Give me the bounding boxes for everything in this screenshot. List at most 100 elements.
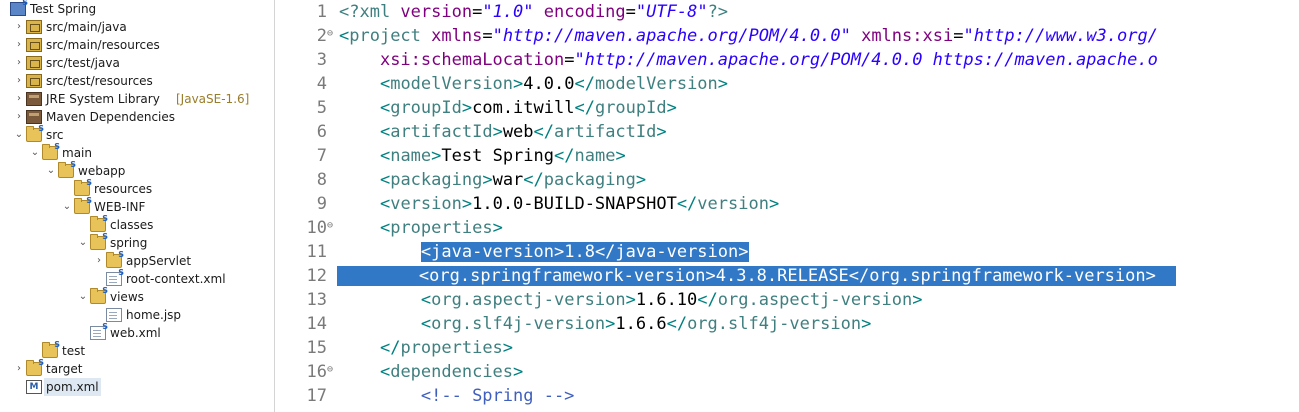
tree-item-label: src/test/java — [46, 56, 120, 70]
library-icon — [26, 92, 42, 106]
tree-item-src-main-java[interactable]: › src/main/java — [0, 18, 274, 36]
folder-icon: S — [90, 232, 108, 250]
token-attr: xmlns — [431, 26, 483, 46]
tree-item-src-main-resources[interactable]: › src/main/resources — [0, 36, 274, 54]
token-txt: war — [492, 170, 524, 190]
code-line[interactable]: 11 <java-version>1.8</java-version> — [289, 240, 1299, 264]
tree-item-pom-xml[interactable]: Mpom.xml — [0, 378, 274, 396]
code-line[interactable]: 17 <!-- Spring --> — [289, 384, 1299, 408]
code-line[interactable]: 12 <org.springframework-version>4.3.8.RE… — [289, 264, 1299, 288]
collapsed-chevron-icon[interactable]: › — [94, 252, 104, 270]
code-line[interactable]: 16 ⊖ <dependencies> — [289, 360, 1299, 384]
token-tag: properties — [400, 338, 503, 358]
token-str: "UTF-8" — [635, 2, 708, 22]
code-line[interactable]: 15 </properties> — [289, 336, 1299, 360]
tree-item-resources[interactable]: Sresources — [0, 179, 274, 198]
code-text: <name>Test Spring</name> — [339, 144, 626, 168]
token-tag: artifactId — [390, 122, 493, 142]
code-line[interactable]: 5 <groupId>com.itwill</groupId> — [289, 96, 1299, 120]
fold-collapse-icon[interactable]: ⊖ — [327, 216, 337, 236]
expanded-chevron-icon[interactable]: ⌄ — [78, 234, 88, 252]
tree-item-home-jsp[interactable]: home.jsp — [0, 306, 274, 324]
expanded-chevron-icon[interactable]: ⌄ — [78, 288, 88, 306]
collapsed-chevron-icon[interactable]: › — [14, 72, 24, 90]
code-line[interactable]: 10 ⊖ <properties> — [289, 216, 1299, 240]
code-line[interactable]: 14 <org.slf4j-version>1.6.6</org.slf4j-v… — [289, 312, 1299, 336]
tree-item-spring[interactable]: ⌄ Sspring — [0, 232, 274, 252]
package-folder-icon — [26, 74, 42, 88]
tree-item-label: web.xml — [110, 326, 161, 340]
code-line[interactable]: 1 <?xml version="1.0" encoding="UTF-8"?> — [289, 0, 1299, 24]
no-chevron — [78, 324, 88, 342]
token-bracket: > — [666, 98, 677, 118]
token-pi: <?xml — [339, 2, 401, 22]
code-line[interactable]: 6 <artifactId>web</artifactId> — [289, 120, 1299, 144]
token-txt: 1.8 — [564, 242, 595, 262]
token-tag: org.springframework-version — [429, 266, 706, 286]
tree-item-classes[interactable]: Sclasses — [0, 215, 274, 234]
tree-item-target[interactable]: › Starget — [0, 359, 274, 378]
tree-item-web-inf[interactable]: ⌄ S WEB-INF — [0, 197, 274, 216]
no-chevron — [78, 216, 88, 234]
package-folder-icon — [26, 38, 42, 52]
tree-item-webapp[interactable]: ⌄ Swebapp — [0, 161, 274, 180]
line-number: 9 — [316, 194, 327, 214]
expanded-chevron-icon[interactable]: ⌄ — [46, 162, 56, 180]
code-line[interactable]: 2 ⊖ <project xmlns="http://maven.apache.or… — [289, 24, 1299, 48]
token-tag: org.springframework-version — [869, 266, 1146, 286]
code-line[interactable]: 4 <modelVersion>4.0.0</modelVersion> — [289, 72, 1299, 96]
tree-item-src[interactable]: ⌄ Ssrc — [0, 125, 274, 144]
token-bracket: < — [379, 170, 391, 190]
xml-editor[interactable]: 1 <?xml version="1.0" encoding="UTF-8"?> 2… — [289, 0, 1299, 412]
spring-badge-icon: S — [102, 232, 108, 241]
tree-item-decoration: [JavaSE-1.6] — [176, 92, 250, 106]
collapsed-chevron-icon[interactable]: › — [14, 54, 24, 72]
tree-item-main[interactable]: ⌄ Smain — [0, 143, 274, 162]
code-text: <dependencies> — [339, 360, 523, 384]
code-line[interactable]: 9 <version>1.0.0-BUILD-SNAPSHOT</version… — [289, 192, 1299, 216]
token-bracket: > — [717, 74, 729, 94]
tree-item-src-test-java[interactable]: › src/test/java — [0, 54, 274, 72]
collapsed-chevron-icon[interactable]: › — [14, 90, 24, 108]
token-str: "http://www.w3.org/ — [963, 26, 1158, 46]
tree-item-src-test-resources[interactable]: › src/test/resources — [0, 72, 274, 90]
tree-item-label: home.jsp — [126, 308, 182, 322]
token-bracket: </ — [594, 242, 616, 262]
code-text: <modelVersion>4.0.0</modelVersion> — [339, 72, 728, 96]
token-txt: = — [953, 26, 964, 46]
code-text: <properties> — [339, 216, 503, 240]
tree-item-test-spring[interactable]: S Test Spring — [0, 0, 274, 18]
tree-item-jre-system-library[interactable]: › JRE System Library [JavaSE-1.6] — [0, 90, 274, 108]
token-tag: modelVersion — [594, 74, 718, 94]
tree-item-appservlet[interactable]: › SappServlet — [0, 251, 274, 270]
collapsed-chevron-icon[interactable]: › — [14, 360, 24, 378]
token-txt: 4.3.8.RELEASE — [715, 266, 849, 286]
tree-item-root-context-xml[interactable]: Sroot-context.xml — [0, 269, 274, 288]
token-bracket: < — [379, 98, 391, 118]
tree-item-web-xml[interactable]: Sweb.xml — [0, 323, 274, 342]
code-line[interactable]: 13 <org.aspectj-version>1.6.10</org.aspe… — [289, 288, 1299, 312]
fold-collapse-icon[interactable]: ⊖ — [327, 360, 337, 380]
code-line[interactable]: 7 <name>Test Spring</name> — [289, 144, 1299, 168]
line-number: 17 — [306, 386, 327, 406]
token-tag: org.slf4j-version — [687, 314, 862, 334]
code-line[interactable]: 8 <packaging>war</packaging> — [289, 168, 1299, 192]
code-text: <artifactId>web</artifactId> — [339, 120, 667, 144]
token-bracket: < — [420, 314, 432, 334]
code-line[interactable]: 3 xsi:schemaLocation="http://maven.apach… — [289, 48, 1299, 72]
collapsed-chevron-icon[interactable]: › — [14, 18, 24, 36]
expanded-chevron-icon[interactable]: ⌄ — [30, 144, 40, 162]
token-tag: groupId — [594, 98, 667, 118]
fold-collapse-icon[interactable]: ⊖ — [327, 24, 337, 44]
collapsed-chevron-icon[interactable]: › — [14, 36, 24, 54]
tree-item-label: src/main/resources — [46, 38, 160, 52]
collapsed-chevron-icon[interactable]: › — [14, 108, 24, 126]
expanded-chevron-icon[interactable]: ⌄ — [14, 126, 24, 144]
tree-item-views[interactable]: ⌄ Sviews — [0, 287, 274, 306]
token-tag: java-version — [431, 242, 554, 262]
expanded-chevron-icon[interactable]: ⌄ — [62, 198, 72, 216]
